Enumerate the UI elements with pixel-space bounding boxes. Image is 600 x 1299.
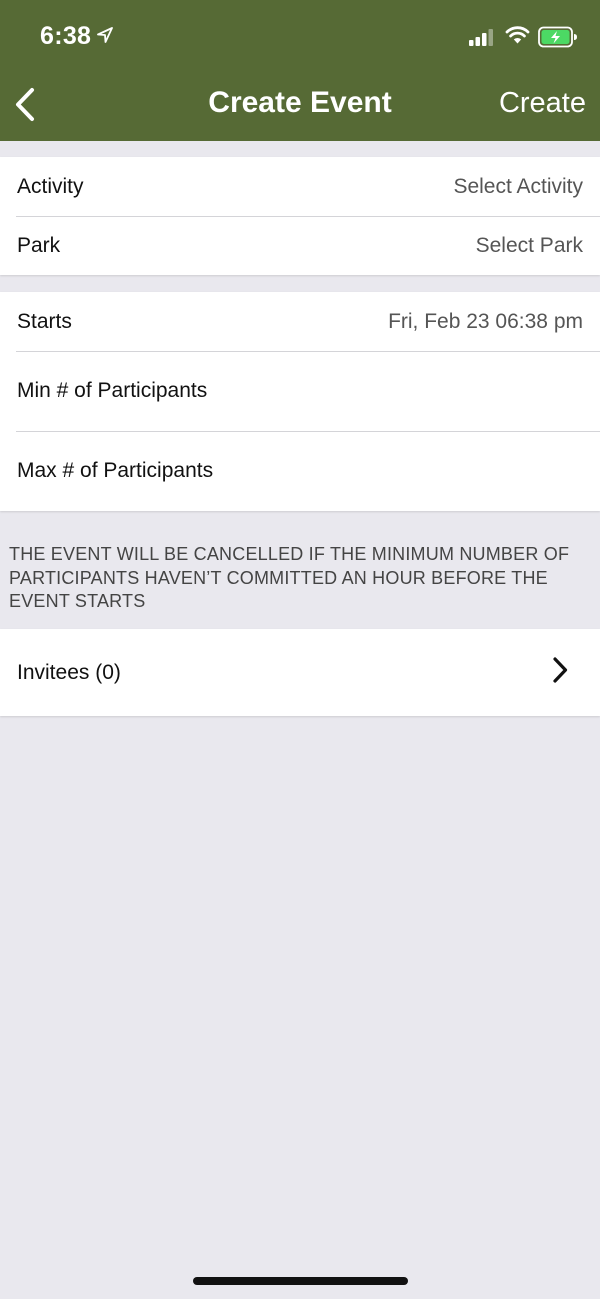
park-value: Select Park <box>475 233 583 257</box>
status-time: 6:38 <box>40 22 92 50</box>
status-bar: 6:38 <box>0 0 600 72</box>
max-participants-label: Max # of Participants <box>17 459 214 482</box>
chevron-right-icon <box>552 656 568 689</box>
park-label: Park <box>17 233 61 257</box>
starts-row[interactable]: Starts Fri, Feb 23 06:38 pm <box>0 292 600 351</box>
activity-value: Select Activity <box>453 174 583 198</box>
max-participants-row[interactable]: Max # of Participants <box>0 431 600 511</box>
activity-label: Activity <box>17 174 84 198</box>
cancellation-notice: THE EVENT WILL BE CANCELLED IF THE MINIM… <box>9 544 570 611</box>
battery-charging-icon <box>538 26 578 53</box>
wifi-icon <box>505 25 530 50</box>
starts-value: Fri, Feb 23 06:38 pm <box>388 309 583 333</box>
home-indicator[interactable] <box>193 1277 408 1285</box>
activity-row[interactable]: Activity Select Activity <box>0 157 600 216</box>
invitees-row[interactable]: Invitees (0) <box>0 629 600 716</box>
activity-park-group: Activity Select Activity Park Select Par… <box>0 157 600 275</box>
create-button[interactable]: Create <box>499 87 586 120</box>
location-arrow-icon <box>97 27 113 48</box>
schedule-group: Starts Fri, Feb 23 06:38 pm Min # of Par… <box>0 292 600 511</box>
min-participants-label: Min # of Participants <box>17 379 208 402</box>
invitees-label: Invitees (0) <box>17 660 121 684</box>
min-participants-row[interactable]: Min # of Participants <box>0 351 600 431</box>
starts-label: Starts <box>17 309 72 333</box>
invitees-group: Invitees (0) <box>0 629 600 716</box>
cellular-signal-icon <box>469 28 495 51</box>
navigation-header: 6:38 Create Event Create <box>0 0 600 141</box>
park-row[interactable]: Park Select Park <box>0 216 600 275</box>
